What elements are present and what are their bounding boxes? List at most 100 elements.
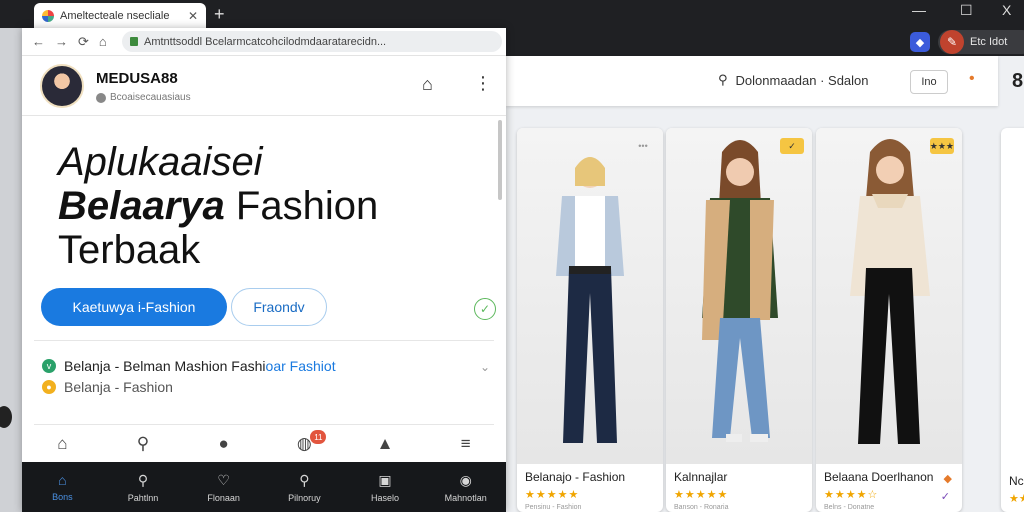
reload-icon[interactable]: ⟳ [78,34,89,50]
product-title: Nc [1009,474,1024,488]
url-field[interactable]: Amtnttsoddl Bcelarmcatcohcilodmdaaratare… [122,31,502,52]
product-photo [816,128,962,464]
category-icon: ● [42,380,56,394]
nav-label: Flonaan [207,492,240,503]
product-title: Belanajo - Fashion [525,470,626,484]
product-meta: Belns - Donatne [824,504,875,511]
chat-tab-icon[interactable]: ● [183,426,264,462]
background-edge-glyph: 8 [1012,70,1024,92]
product-photo [517,128,663,464]
product-title: Kalnnajlar [674,470,728,484]
address-bar: ← → ⟳ ⌂ Amtnttsoddl Bcelarmcatcohcilodmd… [22,28,506,56]
heart-icon: ♡ [217,471,230,488]
browser-tab[interactable]: Ameltecteale nsecliale ✕ [34,3,206,28]
product-badge: ••• [638,141,648,151]
nav-item-explore[interactable]: ⚲ Pilnoruy [264,462,345,512]
primary-cta-button[interactable]: Kaetuwya i-Fashion [41,288,227,326]
brand-name: MEDUSA88 [96,70,178,87]
check-circle-icon[interactable]: ✓ [474,298,496,320]
product-card[interactable]: ••• Belanajo - Fashion ★★★★★ Pensinu - F… [517,128,663,512]
product-meta: Pensinu - Fashion [525,504,582,511]
new-tab-button[interactable]: + [214,4,225,25]
category-icon: v [42,359,56,373]
nav-item-profile[interactable]: ◉ Mahnotlan [425,462,506,512]
avatar[interactable] [40,64,84,108]
kebab-menu-icon[interactable]: ⋮ [474,73,492,94]
minimize-button[interactable]: — [912,2,926,18]
product-card[interactable]: ✓ Kalnnajlar ★★★★★ Banson - Ronaria [666,128,812,512]
search-icon: ⚲ [137,471,149,488]
nav-item-search[interactable]: ⚲ Pahtlnn [103,462,184,512]
app-header: MEDUSA88 Bcoaisecauasiaus ⌂ ⋮ [22,56,506,116]
home-tab-icon[interactable]: ⌂ [22,426,103,462]
url-text: Amtnttsoddl Bcelarmcatcohcilodmdaaratare… [144,35,387,48]
site-favicon-icon [42,9,54,22]
forward-icon[interactable]: → [55,34,68,49]
nav-label: Pilnoruy [288,492,321,503]
check-icon[interactable]: ✓ [941,490,950,503]
extension-icon[interactable]: ◆ [910,32,930,52]
more-icon[interactable]: • [969,70,975,88]
list-item[interactable]: ● Belanja - Fashion [42,379,173,395]
product-badge: ✓ [780,138,804,154]
brand-subtitle-text: Bcoaisecauasiaus [110,92,191,103]
menu-tab-icon[interactable]: ≡ [425,426,506,462]
brand-subtitle: Bcoaisecauasiaus [96,92,191,103]
nav-item-favorites[interactable]: ♡ Flonaan [183,462,264,512]
background-search-text: Dolonmaadan · Sdalon [735,72,869,88]
background-page: ⚲ Dolonmaadan · Sdalon Ino • 8 ••• Belan… [506,56,1024,512]
bell-icon[interactable]: ⌂ [422,74,433,95]
nav-item-orders[interactable]: ▣ Haselo [345,462,426,512]
divider [34,340,494,341]
background-header-button[interactable]: Ino [910,70,948,94]
mobile-browser-window: ← → ⟳ ⌂ Amtnttsoddl Bcelarmcatcohcilodmd… [22,28,506,512]
close-tab-icon[interactable]: ✕ [188,9,198,23]
profile-chip[interactable]: ✎ Etc Idot [938,30,1024,54]
search-tab-icon[interactable]: ⚲ [103,426,184,462]
list-item-link[interactable]: oar Fashiot [266,358,336,374]
product-badge: ★★★ [929,138,954,154]
list-item-text: Belanja - Fashion [64,379,173,395]
bag-icon: ▣ [378,471,392,488]
background-search[interactable]: ⚲ Dolonmaadan · Sdalon [718,72,869,88]
close-window-button[interactable]: X [1002,2,1011,18]
lock-tab-icon[interactable]: ▲ [345,426,426,462]
notification-badge: 11 [310,430,327,444]
hero-line-2: Belaarya Fashion [58,184,478,228]
list-item[interactable]: v Belanja - Belman Mashion Fashi oar Fash… [42,358,336,374]
product-card[interactable]: ★★★ Belaana Doerlhanon ★★★★☆ Belns - Don… [816,128,962,512]
list-item-text: Belanja - Belman Mashion Fashi [64,358,266,374]
hero-line-2-bold: Belaarya [58,184,225,228]
profile-chip-label: Etc Idot [970,36,1008,48]
nav-label: Pahtlnn [127,492,159,503]
left-edge-strip [0,28,22,512]
lock-icon [130,37,138,46]
back-icon[interactable]: ← [32,34,45,49]
maximize-button[interactable]: ☐ [960,2,973,19]
model-illustration [850,139,930,444]
secondary-cta-button[interactable]: Fraondv [231,288,327,326]
product-rating: ★★★★★ [674,489,729,501]
hero-line-1: Aplukaaisei [58,140,263,184]
product-rating: ★★★★☆ [824,489,879,501]
background-header: ⚲ Dolonmaadan · Sdalon Ino • [506,56,998,106]
user-icon: ⚲ [718,72,728,87]
favorite-icon[interactable]: ◆ [944,472,952,485]
app-tab-bar: ⌂ ⚲ ● ◍ 11 ▲ ≡ [22,426,506,462]
browser-tab-strip: Ameltecteale nsecliale ✕ + — ☐ X [0,0,1024,28]
notifications-tab-icon[interactable]: ◍ 11 [264,426,345,462]
product-title: Belaana Doerlhanon [824,470,934,484]
tab-title: Ameltecteale nsecliale [60,9,170,22]
home-icon: ⌂ [58,472,67,488]
divider [34,424,494,425]
product-meta: Banson - Ronaria [674,504,729,511]
nav-item-home[interactable]: ⌂ Bons [22,462,103,512]
product-card-partial[interactable]: Nc ★★ [1001,128,1024,512]
home-icon[interactable]: ⌂ [99,34,107,49]
nav-label: Haselo [371,492,400,503]
scrollbar[interactable] [498,120,502,200]
product-rating: ★★★★★ [525,489,580,501]
hero-line-2-rest: Fashion [235,184,379,228]
chevron-down-icon[interactable]: ⌄ [480,360,490,374]
model-illustration [556,157,624,443]
